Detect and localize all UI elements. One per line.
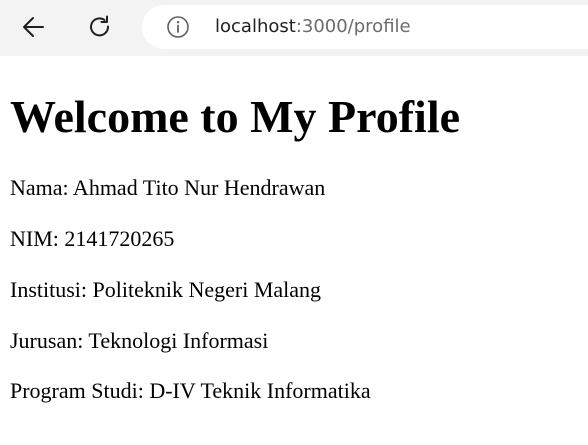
url-host: localhost <box>215 16 296 37</box>
back-button[interactable] <box>15 8 53 46</box>
profile-study-program: Program Studi: D-IV Teknik Informatika <box>10 378 371 403</box>
info-icon[interactable] <box>166 15 190 39</box>
arrow-left-icon <box>23 17 44 37</box>
reload-button[interactable] <box>81 8 119 46</box>
page-content: Welcome to My Profile Nama: Ahmad Tito N… <box>0 56 588 445</box>
profile-name: Nama: Ahmad Tito Nur Hendrawan <box>10 175 326 200</box>
url-path: :3000/profile <box>295 16 411 37</box>
url-text[interactable]: localhost:3000/profile <box>215 16 411 38</box>
profile-department: Jurusan: Teknologi Informasi <box>10 328 269 353</box>
profile-nim: NIM: 2141720265 <box>10 226 175 251</box>
profile-institution: Institusi: Politeknik Negeri Malang <box>10 277 322 302</box>
browser-toolbar: localhost:3000/profile <box>0 0 588 56</box>
address-bar[interactable]: localhost:3000/profile <box>142 5 588 49</box>
page-title: Welcome to My Profile <box>10 91 461 142</box>
reload-icon <box>90 15 110 37</box>
